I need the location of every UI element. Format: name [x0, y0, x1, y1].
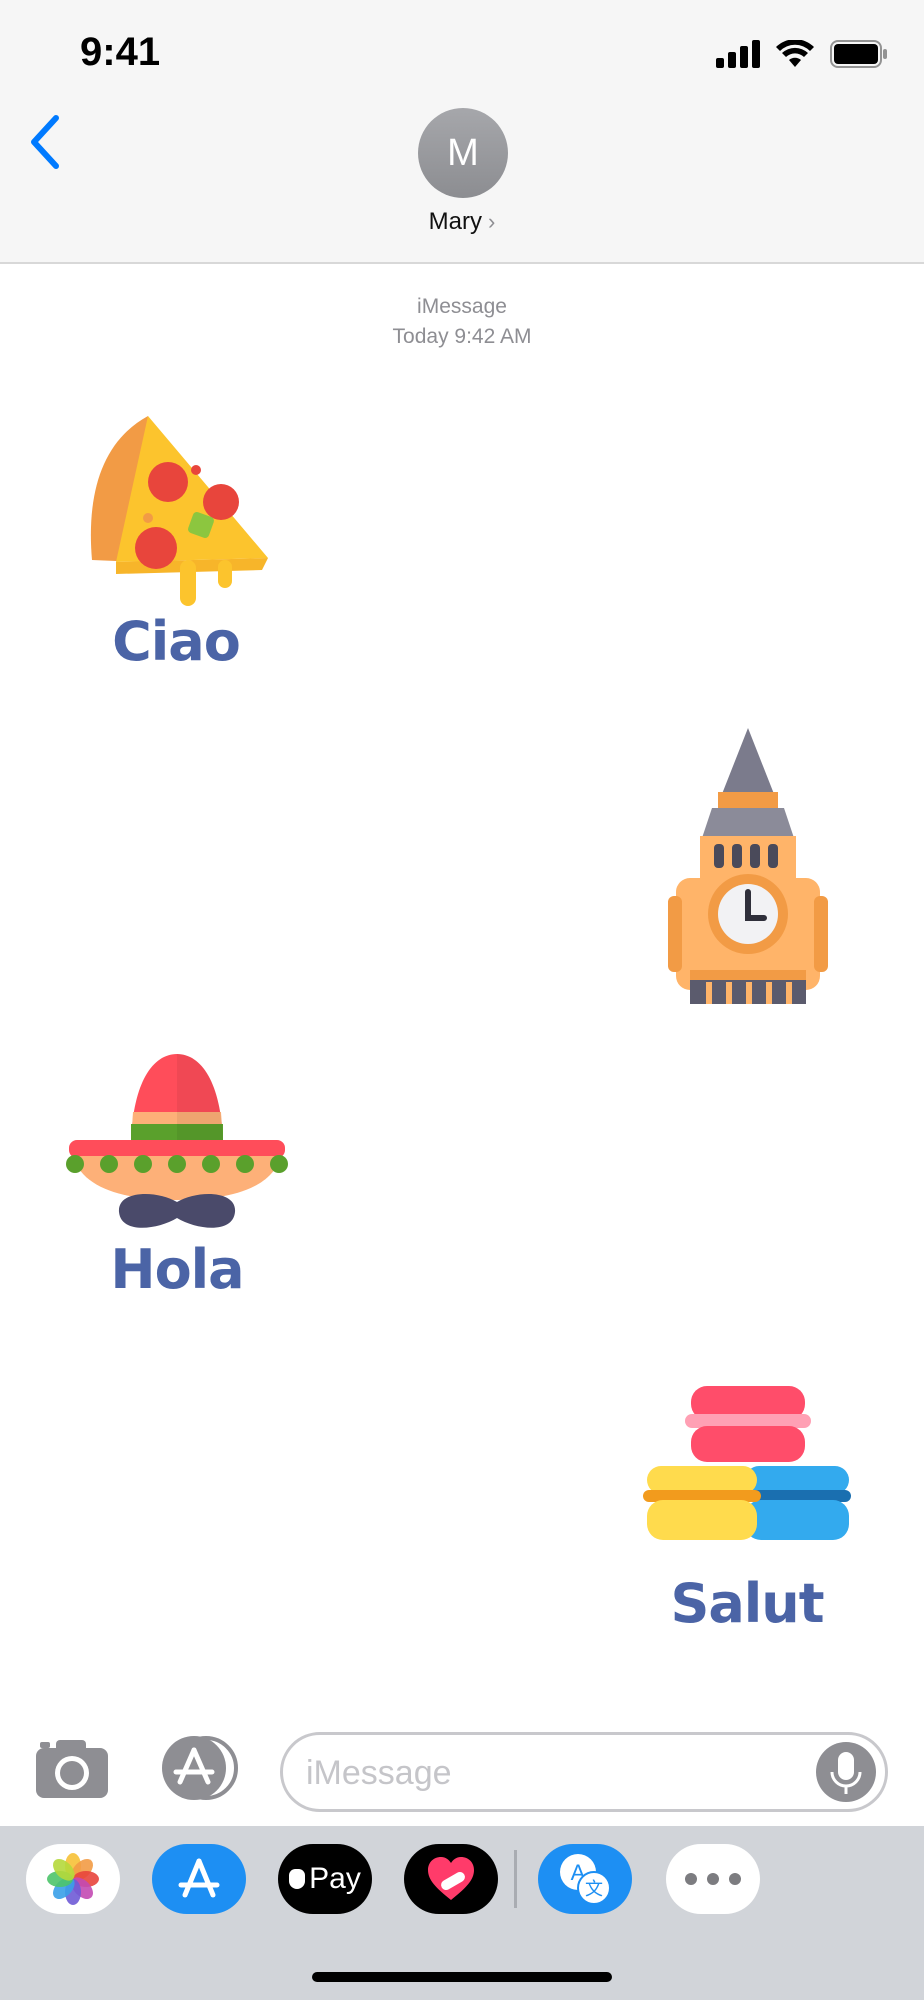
sticker-message[interactable]: Hola [58, 1052, 296, 1301]
wifi-icon [776, 40, 814, 67]
apple-pay-label: Pay [309, 1862, 361, 1895]
pizza-icon [90, 416, 268, 606]
sticker-label: Ciao [112, 610, 241, 673]
camera-icon[interactable] [34, 1736, 110, 1800]
more-apps-button[interactable] [666, 1844, 760, 1914]
photos-icon [47, 1853, 99, 1905]
photos-app-button[interactable] [26, 1844, 120, 1914]
drawer-divider [514, 1850, 517, 1908]
contact-name-button[interactable]: Mary › [0, 208, 924, 236]
macarons-icon [643, 1386, 851, 1540]
signal-icon [716, 40, 760, 68]
battery-icon [830, 40, 887, 68]
contact-name: Mary [428, 208, 482, 235]
digital-touch-app-button[interactable] [404, 1844, 498, 1914]
big-ben-icon [668, 728, 828, 1004]
more-icon [685, 1873, 741, 1885]
status-time: 9:41 [80, 30, 161, 74]
translate-app-button[interactable]: A 文 [538, 1844, 632, 1914]
service-label: iMessage [417, 295, 507, 318]
sticker-message[interactable] [660, 726, 836, 1006]
status-icons [716, 40, 888, 68]
sticker-label: Hola [110, 1238, 244, 1301]
home-indicator[interactable] [312, 1972, 612, 1982]
svg-text:文: 文 [585, 1879, 603, 1900]
avatar-initial: M [447, 131, 479, 174]
sombrero-icon [66, 1054, 288, 1228]
sticker-label: Salut [670, 1572, 824, 1635]
sticker-message[interactable]: Salut [638, 1386, 856, 1635]
back-chevron-icon[interactable] [24, 112, 64, 172]
chevron-right-icon: › [488, 209, 496, 234]
apple-logo-icon [289, 1869, 306, 1889]
timestamp: Today 9:42 AM [392, 325, 532, 348]
message-meta: iMessage Today 9:42 AM [0, 292, 924, 352]
digital-touch-icon [428, 1857, 474, 1900]
translate-icon: A 文 [560, 1854, 611, 1905]
app-store-app-button[interactable] [152, 1844, 246, 1914]
avatar[interactable]: M [418, 108, 508, 198]
app-store-button-icon[interactable] [156, 1736, 240, 1800]
sticker-message[interactable]: Ciao [60, 410, 292, 673]
message-input-placeholder: iMessage [306, 1754, 452, 1792]
microphone-icon[interactable] [816, 1742, 876, 1802]
apple-pay-app-button[interactable]: Pay [278, 1844, 372, 1914]
app-store-icon [178, 1858, 220, 1898]
